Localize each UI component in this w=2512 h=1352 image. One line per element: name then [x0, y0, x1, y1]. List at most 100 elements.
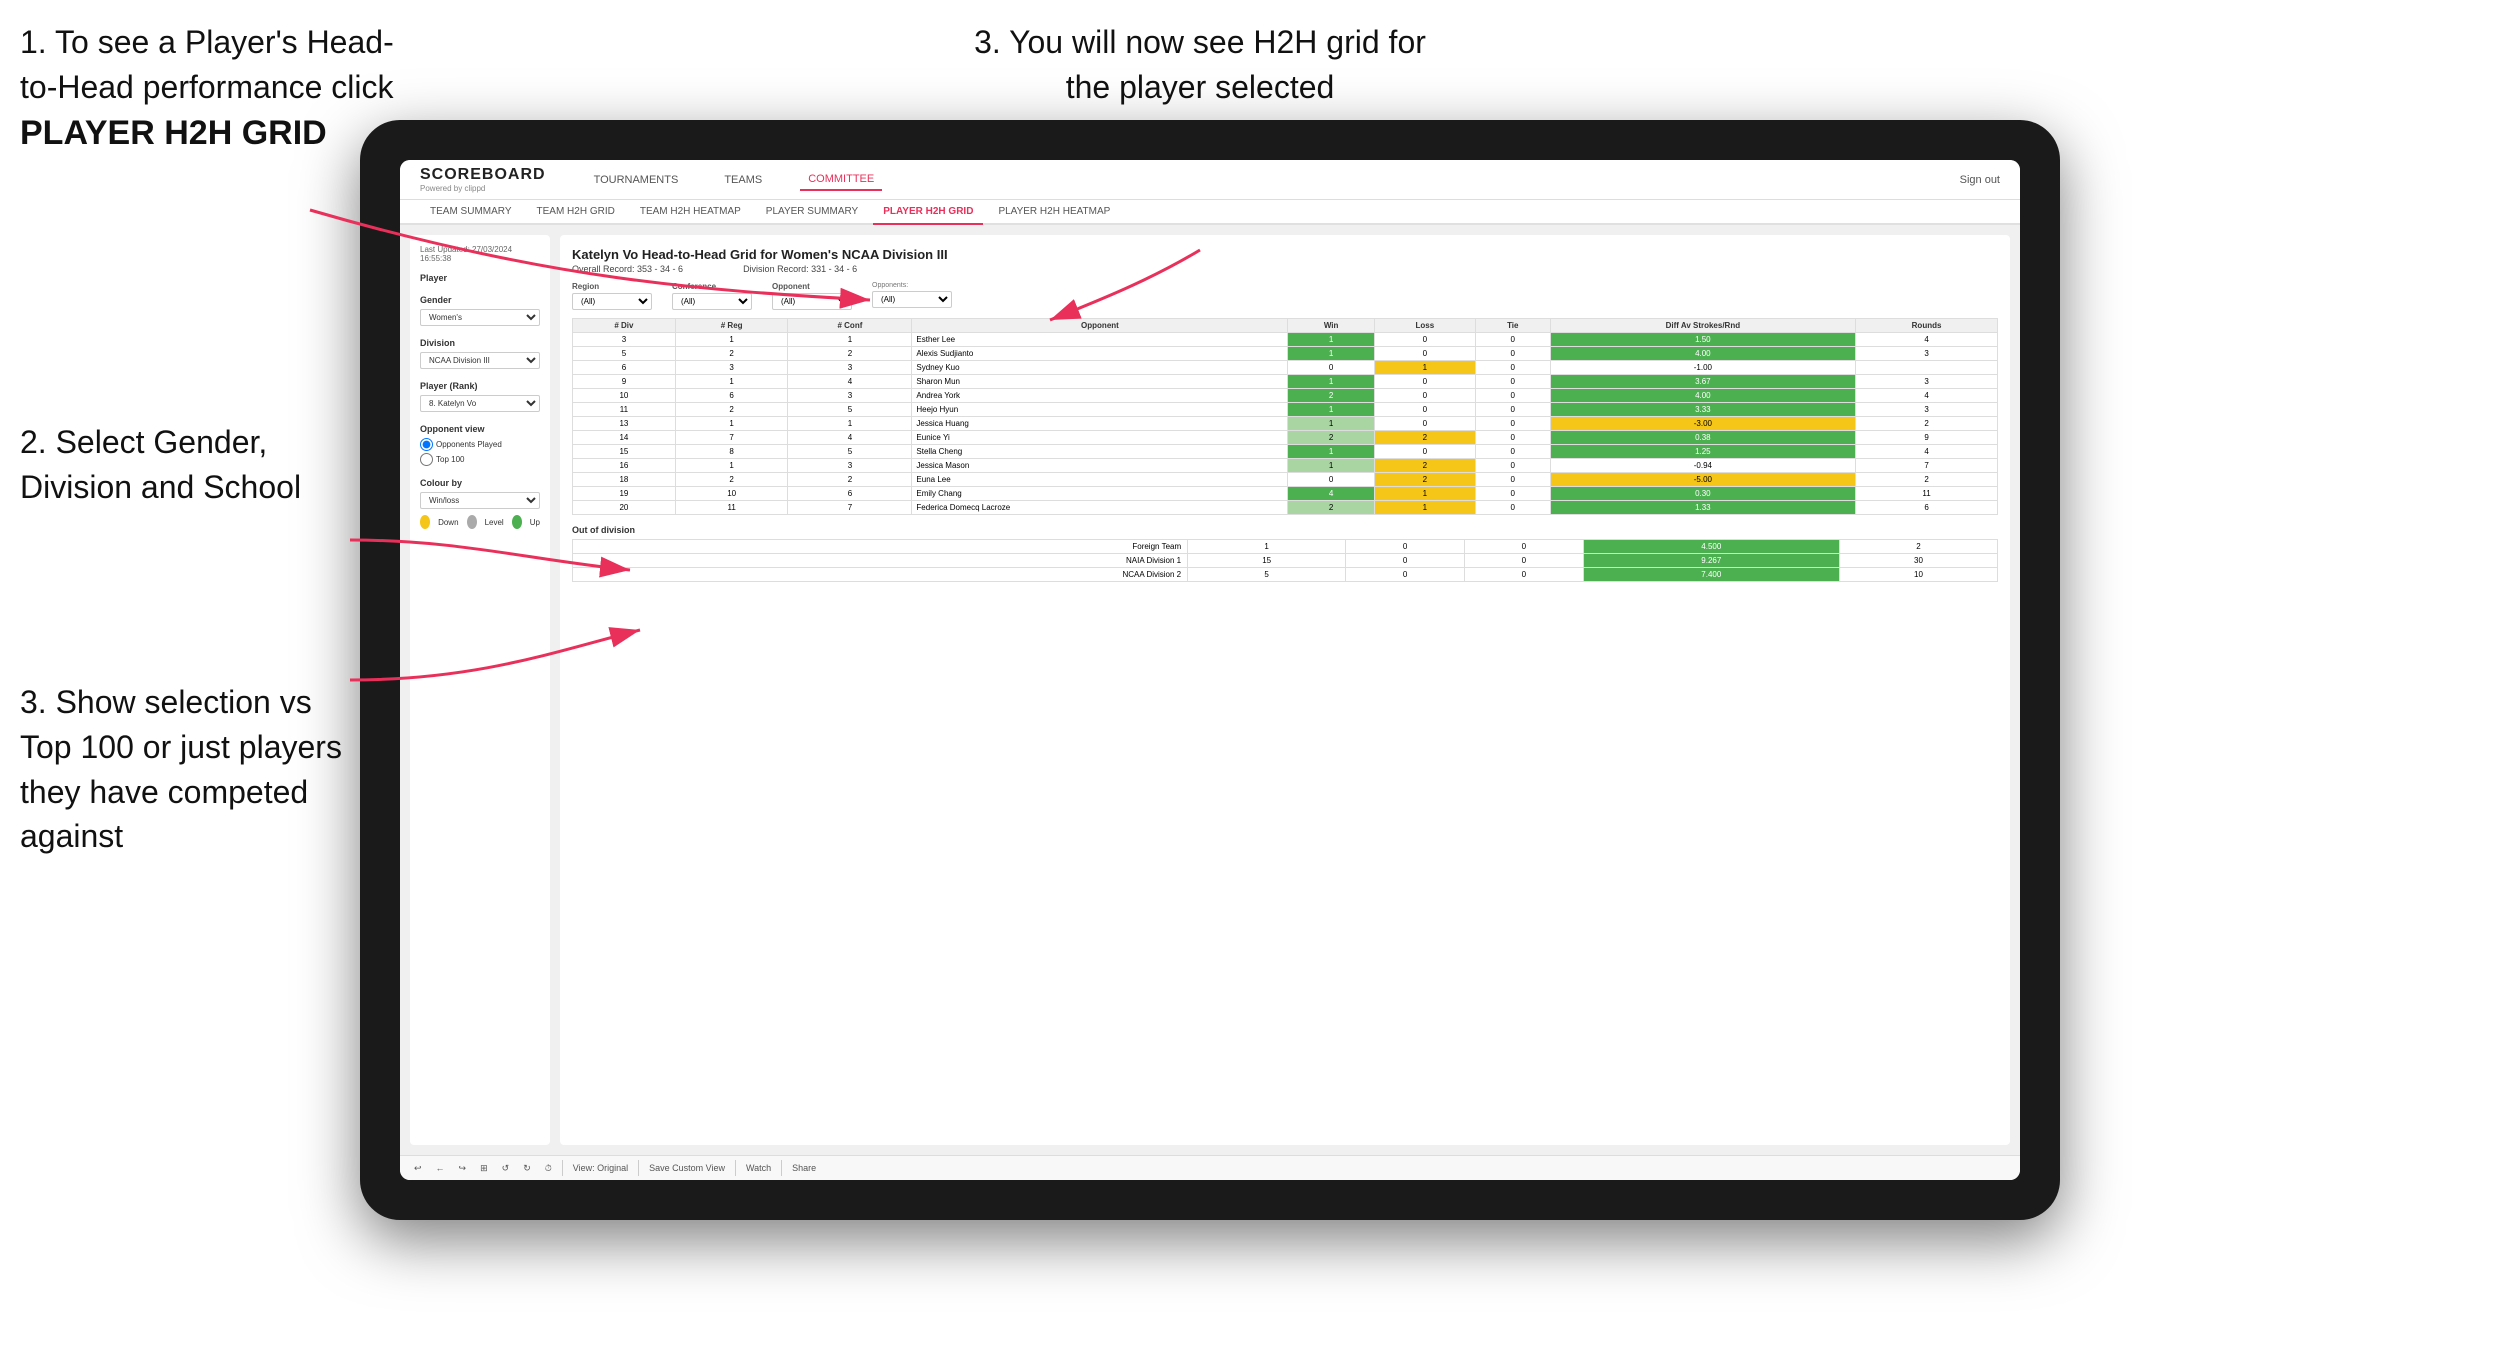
step3-top-text: 3. You will now see H2H grid for the pla…: [974, 24, 1426, 105]
player-rank-label: Player (Rank): [420, 381, 540, 391]
radio-opponents-played[interactable]: [420, 438, 433, 451]
sub-nav-team-h2h-heatmap[interactable]: TEAM H2H HEATMAP: [630, 200, 751, 225]
instruction-step3-top: 3. You will now see H2H grid for the pla…: [950, 20, 1450, 110]
sub-nav-player-h2h-grid[interactable]: PLAYER H2H GRID: [873, 200, 983, 225]
table-row: 9 1 4 Sharon Mun 1 0 0 3.67 3: [573, 375, 1998, 389]
sub-nav: TEAM SUMMARY TEAM H2H GRID TEAM H2H HEAT…: [400, 200, 2020, 225]
logo-text: SCOREBOARD: [420, 166, 546, 184]
table-row: 11 2 5 Heejo Hyun 1 0 0 3.33 3: [573, 403, 1998, 417]
nav-tournaments[interactable]: TOURNAMENTS: [586, 170, 687, 190]
colour-label: Colour by: [420, 478, 540, 488]
toolbar-undo[interactable]: ↩: [410, 1161, 426, 1176]
instruction-step2: 2. Select Gender, Division and School: [20, 420, 360, 510]
player-label: Player: [420, 273, 540, 283]
dot-up: [512, 515, 522, 529]
radio-played-label[interactable]: Opponents Played: [420, 438, 540, 451]
region-filter: Region (All): [572, 282, 652, 310]
dot-level-label: Level: [485, 518, 504, 527]
division-record: Division Record: 331 - 34 - 6: [743, 264, 857, 274]
table-row: 5 2 2 Alexis Sudjianto 1 0 0 4.00 3: [573, 347, 1998, 361]
col-conf: # Conf: [788, 319, 912, 333]
table-row: 16 1 3 Jessica Mason 1 2 0 -0.94 7: [573, 459, 1998, 473]
tablet-device: SCOREBOARD Powered by clippd TOURNAMENTS…: [360, 120, 2060, 1220]
table-header-row: # Div # Reg # Conf Opponent Win Loss Tie…: [573, 319, 1998, 333]
table-row: 19 10 6 Emily Chang 4 1 0 0.30 11: [573, 487, 1998, 501]
logo-area: SCOREBOARD Powered by clippd: [420, 166, 546, 193]
grid-title: Katelyn Vo Head-to-Head Grid for Women's…: [572, 247, 1998, 262]
opponent-view-label: Opponent view: [420, 424, 540, 434]
main-content: Last Updated: 27/03/2024 16:55:38 Player…: [400, 225, 2020, 1155]
toolbar-sep2: [638, 1160, 639, 1176]
division-select[interactable]: NCAA Division III: [420, 352, 540, 369]
col-reg: # Reg: [675, 319, 788, 333]
gender-select[interactable]: Women's: [420, 309, 540, 326]
toolbar-timer[interactable]: ⏱: [541, 1161, 556, 1176]
toolbar-back[interactable]: ←: [432, 1161, 449, 1175]
toolbar-share[interactable]: Share: [788, 1161, 820, 1175]
out-of-division-table: Foreign Team 1 0 0 4.500 2 NAIA Division…: [572, 539, 1998, 582]
table-row: 3 1 1 Esther Lee 1 0 0 1.50 4: [573, 333, 1998, 347]
step1-bold: PLAYER H2H GRID: [20, 114, 327, 152]
main-data-table: # Div # Reg # Conf Opponent Win Loss Tie…: [572, 318, 1998, 515]
sub-nav-team-summary[interactable]: TEAM SUMMARY: [420, 200, 522, 225]
col-rounds: Rounds: [1856, 319, 1998, 333]
gender-section: Gender Women's: [420, 295, 540, 326]
sub-nav-team-h2h-grid[interactable]: TEAM H2H GRID: [527, 200, 625, 225]
out-div-table-row: Foreign Team 1 0 0 4.500 2: [573, 540, 1998, 554]
out-of-division-header: Out of division: [572, 525, 1998, 535]
table-row: 18 2 2 Euna Lee 0 2 0 -5.00 2: [573, 473, 1998, 487]
colour-section: Colour by Win/loss Down Level Up: [420, 478, 540, 529]
toolbar-forward[interactable]: ↻: [519, 1161, 535, 1176]
dot-down-label: Down: [438, 518, 458, 527]
out-div-table-row: NAIA Division 1 15 0 0 9.267 30: [573, 554, 1998, 568]
dot-down: [420, 515, 430, 529]
opponents-select[interactable]: (All): [872, 291, 952, 308]
logo-sub: Powered by clippd: [420, 184, 546, 193]
toolbar-refresh[interactable]: ↺: [498, 1161, 514, 1176]
nav-teams[interactable]: TEAMS: [716, 170, 770, 190]
toolbar-grid[interactable]: ⊞: [476, 1161, 492, 1176]
conference-select[interactable]: (All): [672, 293, 752, 310]
grid-subtitle: Overall Record: 353 - 34 - 6 Division Re…: [572, 264, 1998, 274]
toolbar-watch[interactable]: Watch: [742, 1161, 775, 1175]
dot-level: [467, 515, 477, 529]
sub-nav-player-h2h-heatmap[interactable]: PLAYER H2H HEATMAP: [988, 200, 1120, 225]
toolbar-sep4: [781, 1160, 782, 1176]
sign-out-button[interactable]: Sign out: [1960, 174, 2000, 186]
player-section: Player: [420, 273, 540, 283]
opponent-filter: Opponent (All): [772, 282, 852, 310]
table-row: 6 3 3 Sydney Kuo 0 1 0 -1.00: [573, 361, 1998, 375]
player-rank-select[interactable]: 8. Katelyn Vo: [420, 395, 540, 412]
radio-top100[interactable]: [420, 453, 433, 466]
col-diff: Diff Av Strokes/Rnd: [1550, 319, 1855, 333]
step1-text: 1. To see a Player's Head-to-Head perfor…: [20, 24, 394, 105]
table-row: 20 11 7 Federica Domecq Lacroze 2 1 0 1.…: [573, 501, 1998, 515]
tablet-screen: SCOREBOARD Powered by clippd TOURNAMENTS…: [400, 160, 2020, 1180]
toolbar: ↩ ← ↪ ⊞ ↺ ↻ ⏱ View: Original Save Custom…: [400, 1155, 2020, 1180]
division-section: Division NCAA Division III: [420, 338, 540, 369]
col-loss: Loss: [1374, 319, 1475, 333]
colour-dots: Down Level Up: [420, 515, 540, 529]
nav-committee[interactable]: COMMITTEE: [800, 169, 882, 191]
toolbar-redo[interactable]: ↪: [455, 1161, 471, 1176]
right-panel: Katelyn Vo Head-to-Head Grid for Women's…: [560, 235, 2010, 1145]
radio-top100-label[interactable]: Top 100: [420, 453, 540, 466]
col-tie: Tie: [1475, 319, 1550, 333]
toolbar-sep1: [562, 1160, 563, 1176]
sub-nav-player-summary[interactable]: PLAYER SUMMARY: [756, 200, 868, 225]
conference-filter: Conference (All): [672, 282, 752, 310]
toolbar-view-original[interactable]: View: Original: [569, 1161, 632, 1175]
opponent-view-section: Opponent view Opponents Played Top 100: [420, 424, 540, 466]
col-opponent: Opponent: [912, 319, 1288, 333]
out-div-table-row: NCAA Division 2 5 0 0 7.400 10: [573, 568, 1998, 582]
region-select[interactable]: (All): [572, 293, 652, 310]
table-row: 13 1 1 Jessica Huang 1 0 0 -3.00 2: [573, 417, 1998, 431]
opponents-filter: Opponents: (All): [872, 282, 952, 308]
table-row: 14 7 4 Eunice Yi 2 2 0 0.38 9: [573, 431, 1998, 445]
division-label: Division: [420, 338, 540, 348]
opponent-select[interactable]: (All): [772, 293, 852, 310]
toolbar-save-custom[interactable]: Save Custom View: [645, 1161, 729, 1175]
instruction-step1: 1. To see a Player's Head-to-Head perfor…: [20, 20, 400, 157]
colour-select[interactable]: Win/loss: [420, 492, 540, 509]
gender-label: Gender: [420, 295, 540, 305]
